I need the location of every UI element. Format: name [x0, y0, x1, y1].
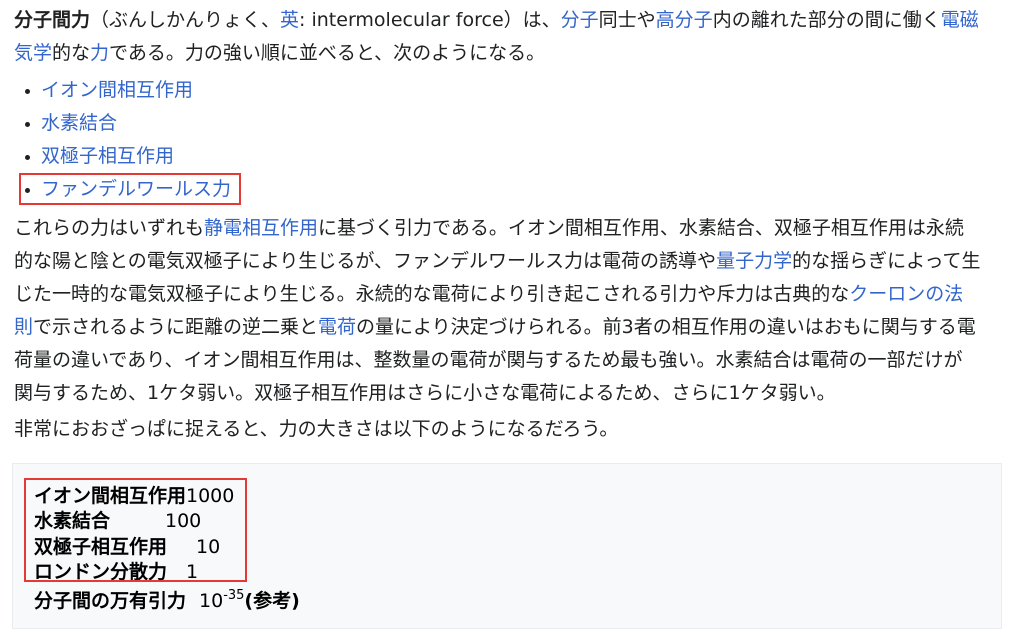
summary-paragraph: 非常におおざっぱに捉えると、力の大きさは以下のようになるだろう。	[14, 418, 619, 440]
highlight-box-van-der-waals	[19, 173, 241, 205]
link-molecule[interactable]: 分子	[561, 9, 599, 31]
link-coulombs-law-part1[interactable]: クーロンの法	[849, 283, 963, 305]
gravity-row: 分子間の万有引力 10-35(参考)	[34, 588, 300, 614]
link-electric-charge[interactable]: 電荷	[318, 316, 356, 338]
article-content: 分子間力（ぶんしかんりょく、英: intermolecular force）は、…	[0, 0, 1024, 638]
link-electrostatic-interaction[interactable]: 静電相互作用	[204, 217, 318, 239]
link-force[interactable]: 力	[90, 42, 109, 64]
list-item: 双極子相互作用	[14, 140, 231, 173]
highlight-box-strength-table	[24, 478, 247, 582]
intro-paragraph: 分子間力（ぶんしかんりょく、英: intermolecular force）は、…	[14, 9, 979, 64]
bullet-icon	[25, 89, 30, 94]
link-hydrogen-bond[interactable]: 水素結合	[41, 112, 117, 134]
link-electromagnetism-part2[interactable]: 気学	[14, 42, 52, 64]
gravity-value: 10-35(参考)	[199, 588, 300, 612]
exponent: -35	[223, 588, 245, 603]
link-english[interactable]: 英	[280, 9, 299, 31]
link-electromagnetism-part1[interactable]: 電磁	[941, 9, 979, 31]
link-polymer[interactable]: 高分子	[656, 9, 713, 31]
list-item: 水素結合	[14, 107, 231, 140]
bullet-icon	[25, 155, 30, 160]
link-ionic-interaction[interactable]: イオン間相互作用	[41, 79, 193, 101]
link-coulombs-law-part2[interactable]: 則	[14, 316, 33, 338]
link-dipole-interaction[interactable]: 双極子相互作用	[41, 145, 174, 167]
list-item: イオン間相互作用	[14, 74, 231, 107]
bullet-icon	[25, 122, 30, 127]
body-paragraph: これらの力はいずれも静電相互作用に基づく引力である。イオン間相互作用、水素結合、…	[14, 217, 981, 404]
gravity-note: (参考)	[244, 590, 300, 612]
link-quantum-mechanics[interactable]: 量子力学	[716, 250, 792, 272]
term-bold: 分子間力	[14, 9, 91, 31]
